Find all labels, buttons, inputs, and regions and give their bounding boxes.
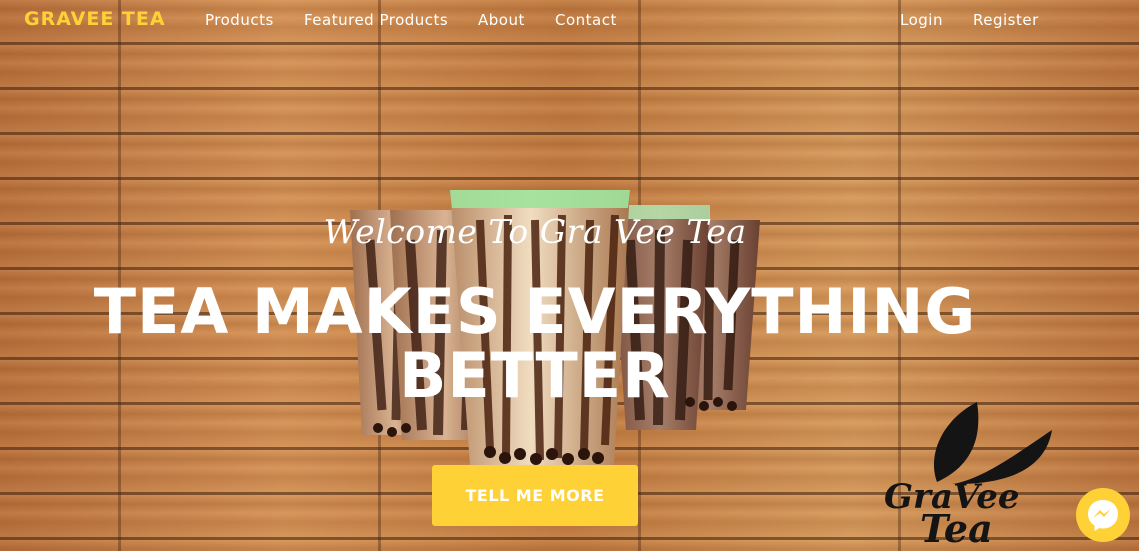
nav-link-register[interactable]: Register [973,11,1039,29]
brand-link[interactable]: GRAVEE TEA [24,8,166,30]
logo-text-tea: Tea [920,506,993,545]
hero-subtitle: Welcome To Gra Vee Tea [323,212,747,251]
messenger-icon [1079,491,1127,539]
nav-link-about[interactable]: About [478,11,525,29]
tell-me-more-button[interactable]: TELL ME MORE [432,465,638,526]
leaf-logo-icon [933,402,1052,485]
top-navbar: GRAVEE TEA Products Featured Products Ab… [0,0,1139,40]
messenger-chat-button[interactable] [1076,488,1130,542]
hero-title-line1: TEA MAKES EVERYTHING [93,275,977,348]
gravee-tea-logo: GraVee Tea [884,402,1052,545]
nav-link-featured-products[interactable]: Featured Products [304,11,448,29]
hero-title: TEA MAKES EVERYTHING BETTER [0,280,1070,408]
nav-link-contact[interactable]: Contact [555,11,617,29]
nav-link-login[interactable]: Login [900,11,943,29]
nav-link-products[interactable]: Products [205,11,274,29]
hero-title-line2: BETTER [399,339,671,412]
